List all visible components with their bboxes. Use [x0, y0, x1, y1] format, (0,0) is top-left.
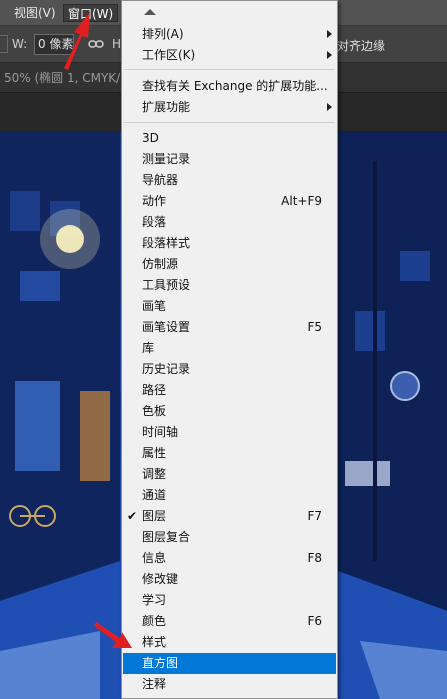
scroll-up-icon[interactable] — [122, 1, 337, 21]
menu-item-label: 注释 — [142, 677, 167, 691]
menu-item-channels[interactable]: 通道 — [123, 485, 336, 506]
options-bar-edge — [0, 35, 8, 53]
menu-item-timeline[interactable]: 时间轴 — [123, 422, 336, 443]
menu-item-color[interactable]: 颜色 F6 — [123, 611, 336, 632]
submenu-arrow-icon — [327, 103, 332, 111]
menu-item-shortcut: F7 — [307, 509, 322, 523]
menu-item-modifier-keys[interactable]: 修改键 — [123, 569, 336, 590]
window-menu-dropdown: 排列(A) 工作区(K) 查找有关 Exchange 的扩展功能... 扩展功能… — [121, 0, 338, 699]
menu-item-label: 扩展功能 — [142, 100, 191, 114]
menu-item-label: 画笔 — [142, 299, 167, 313]
menu-item-label: 排列(A) — [142, 27, 184, 41]
menu-view[interactable]: 视图(V) — [10, 4, 60, 22]
menu-item-label: 图层 — [142, 509, 167, 523]
menu-item-swatches[interactable]: 色板 — [123, 401, 336, 422]
menu-item-label: 工具预设 — [142, 278, 191, 292]
menu-item-label: 样式 — [142, 635, 167, 649]
menu-item-label: 直方图 — [142, 656, 179, 670]
menu-item-label: 调整 — [142, 467, 167, 481]
menu-item-styles[interactable]: 样式 — [123, 632, 336, 653]
menu-item-label: 图层复合 — [142, 530, 191, 544]
menu-item-label: 信息 — [142, 551, 167, 565]
menu-item-shortcut: F6 — [307, 614, 322, 628]
menu-item-label: 画笔设置 — [142, 320, 191, 334]
menu-item-extensions[interactable]: 扩展功能 — [123, 97, 336, 118]
menu-item-label: 通道 — [142, 488, 167, 502]
menu-item-label: 历史记录 — [142, 362, 191, 376]
menu-item-label: 修改键 — [142, 572, 179, 586]
menu-item-label: 路径 — [142, 383, 167, 397]
menu-item-clone-source[interactable]: 仿制源 — [123, 254, 336, 275]
menu-item-label: 色板 — [142, 404, 167, 418]
menu-item-properties[interactable]: 属性 — [123, 443, 336, 464]
menu-item-workspace[interactable]: 工作区(K) — [123, 45, 336, 66]
submenu-arrow-icon — [327, 30, 332, 38]
menu-item-label: 查找有关 Exchange 的扩展功能... — [142, 79, 328, 93]
menu-item-label: 3D — [142, 131, 159, 145]
menu-separator — [124, 69, 335, 70]
menu-item-label: 时间轴 — [142, 425, 179, 439]
menu-item-paths[interactable]: 路径 — [123, 380, 336, 401]
menu-item-histogram[interactable]: 直方图 — [123, 653, 336, 674]
red-arrow-pointer-styles — [94, 622, 132, 648]
menu-item-label: 段落样式 — [142, 236, 191, 250]
menu-item-notes[interactable]: 注释 — [123, 674, 336, 695]
menu-item-learn[interactable]: 学习 — [123, 590, 336, 611]
menu-item-label: 动作 — [142, 194, 167, 208]
width-label: W: — [12, 37, 28, 51]
menu-item-actions[interactable]: 动作 Alt+F9 — [123, 191, 336, 212]
checkmark-icon: ✔ — [127, 509, 138, 523]
menu-item-libraries[interactable]: 库 — [123, 338, 336, 359]
menu-item-arrange[interactable]: 排列(A) — [123, 24, 336, 45]
menu-item-label: 仿制源 — [142, 257, 179, 271]
height-label: H — [112, 37, 122, 51]
red-arrow-pointer-menu — [64, 12, 90, 70]
menu-item-label: 工作区(K) — [142, 48, 196, 62]
menu-item-layers[interactable]: ✔ 图层 F7 — [123, 506, 336, 527]
menu-item-shortcut: F5 — [307, 320, 322, 334]
submenu-arrow-icon — [327, 51, 332, 59]
menu-item-label: 学习 — [142, 593, 167, 607]
menu-item-layer-comps[interactable]: 图层复合 — [123, 527, 336, 548]
menu-item-paragraph-styles[interactable]: 段落样式 — [123, 233, 336, 254]
menu-item-info[interactable]: 信息 F8 — [123, 548, 336, 569]
menu-item-tool-presets[interactable]: 工具预设 — [123, 275, 336, 296]
align-edges-label[interactable]: 对齐边缘 — [337, 37, 385, 54]
menu-item-shortcut: F8 — [307, 551, 322, 565]
menu-item-3d[interactable]: 3D — [123, 128, 336, 149]
menu-item-adjustments[interactable]: 调整 — [123, 464, 336, 485]
menu-item-label: 段落 — [142, 215, 167, 229]
menu-item-brush-settings[interactable]: 画笔设置 F5 — [123, 317, 336, 338]
menu-separator — [124, 122, 335, 123]
menu-item-label: 测量记录 — [142, 152, 191, 166]
menu-item-brushes[interactable]: 画笔 — [123, 296, 336, 317]
menu-item-label: 库 — [142, 341, 155, 355]
menu-item-label: 导航器 — [142, 173, 179, 187]
menu-item-label: 颜色 — [142, 614, 167, 628]
menu-item-measurement-log[interactable]: 测量记录 — [123, 149, 336, 170]
menu-item-history[interactable]: 历史记录 — [123, 359, 336, 380]
menu-item-shortcut: Alt+F9 — [281, 194, 322, 208]
menu-item-navigator[interactable]: 导航器 — [123, 170, 336, 191]
menu-item-paragraph[interactable]: 段落 — [123, 212, 336, 233]
menu-item-find-exchange-extensions[interactable]: 查找有关 Exchange 的扩展功能... — [123, 76, 336, 97]
menu-item-label: 属性 — [142, 446, 167, 460]
